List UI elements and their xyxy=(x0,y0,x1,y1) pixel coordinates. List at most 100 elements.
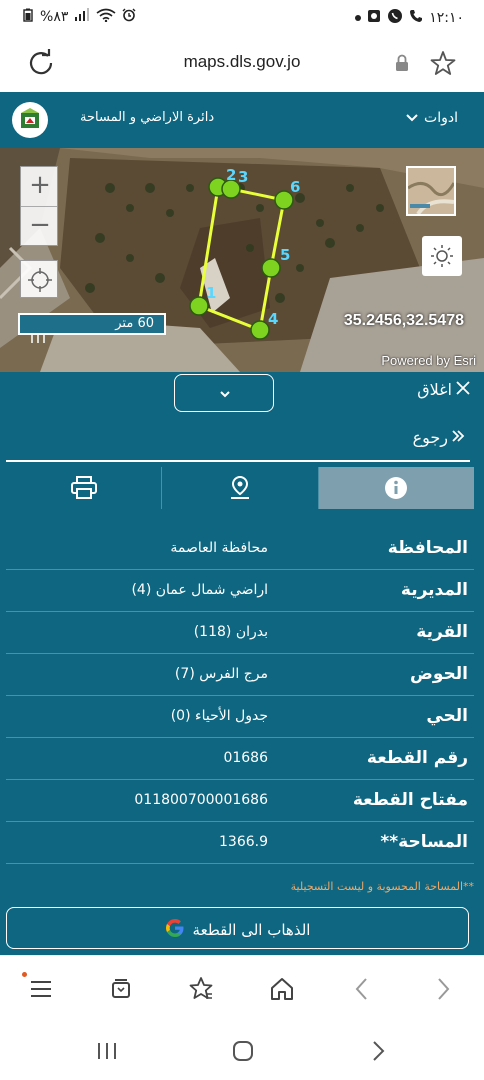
tools-menu-label: ادوات xyxy=(424,110,458,126)
row-value: 1366.9 xyxy=(219,834,268,850)
department-name: دائرة الاراضي و المساحة xyxy=(80,110,215,125)
vertex-marker xyxy=(250,320,270,340)
detail-row-village: القرية بدران (118) xyxy=(6,612,474,654)
basemap-toggle[interactable] xyxy=(406,166,456,216)
back-button[interactable]: رجوع xyxy=(413,428,466,447)
crosshair-icon xyxy=(28,268,52,292)
attribution-text: Powered by Esri xyxy=(381,353,476,368)
row-label: رقم القطعة xyxy=(366,748,468,768)
close-icon xyxy=(456,380,470,399)
system-nav-bar xyxy=(0,1023,484,1080)
zoom-control: + − xyxy=(20,166,58,246)
forward-arrow-icon[interactable] xyxy=(428,974,458,1004)
wifi-icon xyxy=(96,8,116,26)
back-label: رجوع xyxy=(412,428,448,447)
parcel-info-panel: اغلاق رجوع المحافظة محافظة العاصمة المدي… xyxy=(0,372,484,955)
tab-print[interactable] xyxy=(6,467,163,509)
url-text[interactable]: maps.dls.gov.jo xyxy=(0,52,484,72)
alarm-icon xyxy=(122,8,136,26)
collapse-panel-button[interactable] xyxy=(174,374,274,412)
row-label: المساحة** xyxy=(380,832,468,852)
printer-icon xyxy=(70,476,97,499)
back-arrow-icon[interactable] xyxy=(347,974,377,1004)
bookmarks-star-icon[interactable] xyxy=(186,974,216,1004)
scale-tick-icon xyxy=(30,334,48,348)
detail-row-directorate: المديرية اراضي شمال عمان (4) xyxy=(6,570,474,612)
detail-row-parcel-number: رقم القطعة 01686 xyxy=(6,738,474,780)
go-to-parcel-button[interactable]: الذهاب الى القطعة xyxy=(6,907,469,949)
app-header: دائرة الاراضي و المساحة ادوات xyxy=(0,92,484,148)
tab-info[interactable] xyxy=(318,467,474,509)
chevron-down-icon xyxy=(220,391,230,398)
tools-menu[interactable]: ادوات xyxy=(406,110,458,126)
tabs-icon[interactable] xyxy=(106,974,136,1004)
status-left: %٨٣ xyxy=(22,8,136,26)
zoom-out-button[interactable]: − xyxy=(21,207,59,246)
row-label: المديرية xyxy=(400,580,468,600)
browser-url-bar: maps.dls.gov.jo xyxy=(0,34,484,92)
signal-icon xyxy=(74,8,90,26)
detail-row-basin: الحوض مرج الفرس (7) xyxy=(6,654,474,696)
battery-icon xyxy=(22,8,34,26)
row-value: محافظة العاصمة xyxy=(170,540,268,556)
gallery-icon xyxy=(367,9,381,27)
coordinates-readout: 35.2456,32.5478 xyxy=(343,312,464,329)
detail-row-area: المساحة** 1366.9 xyxy=(6,822,474,864)
map-pin-icon xyxy=(230,476,249,499)
status-right: ١٢:١٠ xyxy=(355,8,464,28)
row-label: القرية xyxy=(416,622,468,642)
info-icon xyxy=(385,477,408,499)
row-label: مفتاح القطعة xyxy=(352,790,468,810)
lock-icon[interactable] xyxy=(394,54,410,72)
dls-logo xyxy=(12,102,48,138)
detail-row-neighborhood: الحي جدول الأحياء (0) xyxy=(6,696,474,738)
go-to-parcel-label: الذهاب الى القطعة xyxy=(192,921,311,939)
vertex-marker xyxy=(261,258,281,278)
close-panel-button[interactable]: اغلاق xyxy=(417,380,470,399)
menu-icon[interactable] xyxy=(26,974,56,1004)
detail-row-governorate: المحافظة محافظة العاصمة xyxy=(6,528,474,570)
status-bar: %٨٣ ١٢:١٠ xyxy=(0,0,484,34)
area-note: **المساحة المحسوبة و ليست التسجيلية xyxy=(290,880,474,893)
vertex-label: 2 xyxy=(226,166,236,184)
panel-tabs xyxy=(6,467,474,509)
parcel-details: المحافظة محافظة العاصمة المديرية اراضي ش… xyxy=(6,528,474,864)
tab-location[interactable] xyxy=(162,467,319,509)
locate-button[interactable] xyxy=(20,260,58,298)
home-icon[interactable] xyxy=(267,974,297,1004)
basemap-thumbnail-icon xyxy=(407,168,456,216)
vertex-label: 6 xyxy=(290,178,300,196)
row-value: 01686 xyxy=(223,750,268,766)
phone-icon xyxy=(409,9,423,27)
zoom-in-button[interactable]: + xyxy=(21,167,59,206)
double-chevron-icon xyxy=(452,428,466,447)
row-value: بدران (118) xyxy=(193,624,268,640)
back-nav-icon[interactable] xyxy=(364,1037,394,1065)
sun-icon xyxy=(431,245,453,267)
divider xyxy=(6,460,470,462)
vertex-label: 5 xyxy=(280,246,290,264)
row-value: اراضي شمال عمان (4) xyxy=(131,582,268,598)
recent-apps-icon[interactable] xyxy=(92,1037,122,1065)
row-value: جدول الأحياء (0) xyxy=(170,708,268,724)
browser-toolbar xyxy=(0,955,484,1023)
row-value: 011800700001686 xyxy=(134,792,268,808)
close-label: اغلاق xyxy=(417,380,452,399)
detail-row-parcel-key: مفتاح القطعة 011800700001686 xyxy=(6,780,474,822)
chevron-down-icon xyxy=(406,110,418,126)
bookmark-star-icon[interactable] xyxy=(430,50,456,76)
row-value: مرج الفرس (7) xyxy=(174,666,268,682)
notification-dot xyxy=(355,15,362,21)
row-label: الحوض xyxy=(410,664,468,684)
whatsapp-icon xyxy=(387,8,403,28)
vertex-label: 3 xyxy=(238,168,248,186)
row-label: المحافظة xyxy=(387,538,468,558)
row-label: الحي xyxy=(426,706,468,726)
home-nav-icon[interactable] xyxy=(228,1037,258,1065)
vertex-label: 4 xyxy=(268,310,278,328)
scale-bar: 60 متر xyxy=(18,313,166,335)
lighting-toggle-button[interactable] xyxy=(422,236,462,276)
google-icon xyxy=(165,918,185,942)
clock-time: ١٢:١٠ xyxy=(429,10,464,26)
vertex-label: 1 xyxy=(206,284,216,302)
